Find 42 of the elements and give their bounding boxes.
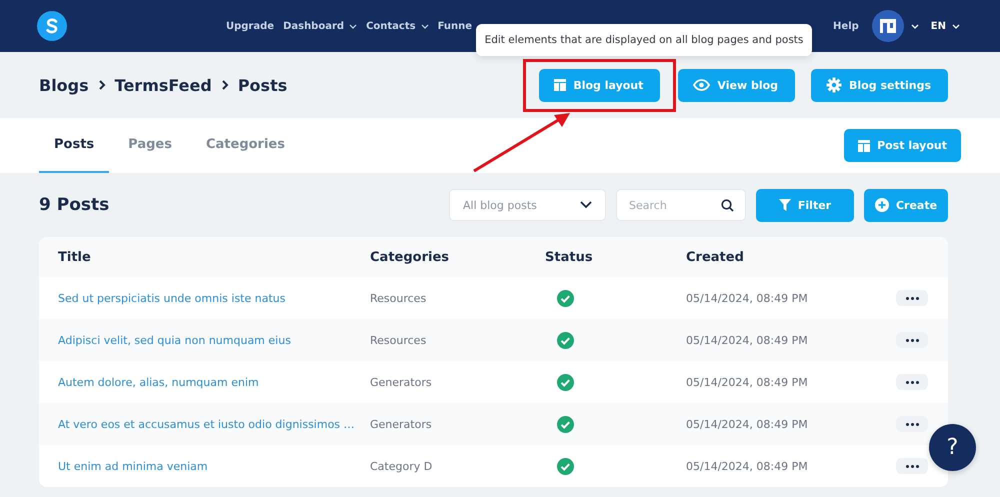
tab[interactable]: Posts bbox=[39, 118, 110, 173]
tooltip: Edit elements that are displayed on all blog pages and posts bbox=[476, 24, 812, 56]
breadcrumb-item[interactable]: Blogs bbox=[39, 76, 89, 94]
language-selector[interactable]: EN bbox=[930, 20, 946, 32]
column-header: Title bbox=[58, 250, 92, 264]
table-cell-text: Category D bbox=[370, 460, 434, 472]
table-cell-text: Generators bbox=[370, 418, 433, 430]
posts-count-heading: 9 Posts bbox=[39, 195, 110, 215]
nav-link[interactable]: Upgrade bbox=[226, 20, 274, 32]
table-cell-text: 05/14/2024, 08:49 PM bbox=[686, 418, 809, 430]
column-header: Status bbox=[545, 250, 594, 264]
search-field[interactable]: Search bbox=[616, 189, 746, 221]
nav-link[interactable]: Funne bbox=[438, 20, 472, 32]
table-cell-text: Resources bbox=[370, 334, 428, 346]
column-header: Created bbox=[686, 250, 745, 264]
create-button[interactable]: Create bbox=[864, 188, 948, 222]
header-button[interactable]: Blog layout bbox=[539, 68, 660, 102]
post-title-link[interactable]: At vero eos et accusamus et iusto odio dignissimos … bbox=[58, 418, 370, 430]
tab[interactable]: Pages bbox=[113, 118, 187, 173]
table-cell-text: 05/14/2024, 08:49 PM bbox=[686, 376, 809, 388]
nav-link[interactable]: Contacts bbox=[366, 20, 416, 32]
table-cell-text: 05/14/2024, 08:49 PM bbox=[686, 460, 809, 472]
header-button[interactable]: Blog settings bbox=[811, 68, 948, 102]
help-link[interactable]: Help bbox=[833, 20, 859, 32]
table-cell-text: 05/14/2024, 08:49 PM bbox=[686, 334, 809, 346]
table-cell-text: Resources bbox=[370, 292, 428, 304]
post-layout-button[interactable]: Post layout bbox=[844, 129, 961, 162]
header-button[interactable]: View blog bbox=[678, 68, 796, 102]
column-header: Categories bbox=[370, 250, 450, 264]
tab[interactable]: Categories bbox=[190, 118, 300, 173]
help-button[interactable]: ? bbox=[929, 424, 976, 471]
post-title-link[interactable]: Adipisci velit, sed quia non numquam eius bbox=[58, 334, 370, 346]
breadcrumb-item[interactable]: TermsFeed bbox=[114, 76, 212, 94]
table-cell-text: 05/14/2024, 08:49 PM bbox=[686, 292, 809, 304]
post-title-link[interactable]: Ut enim ad minima veniam bbox=[58, 460, 370, 472]
breadcrumb-item: Posts bbox=[238, 76, 288, 94]
table-cell-text: Generators bbox=[370, 376, 433, 388]
post-title-link[interactable]: Autem dolore, alias, numquam enim bbox=[58, 376, 370, 388]
filter-dropdown[interactable]: All blog posts bbox=[449, 189, 606, 221]
post-title-link[interactable]: Sed ut perspiciatis unde omnis iste natus bbox=[58, 292, 370, 304]
filter-button[interactable]: Filter bbox=[756, 188, 854, 222]
nav-link[interactable]: Dashboard bbox=[283, 20, 344, 32]
